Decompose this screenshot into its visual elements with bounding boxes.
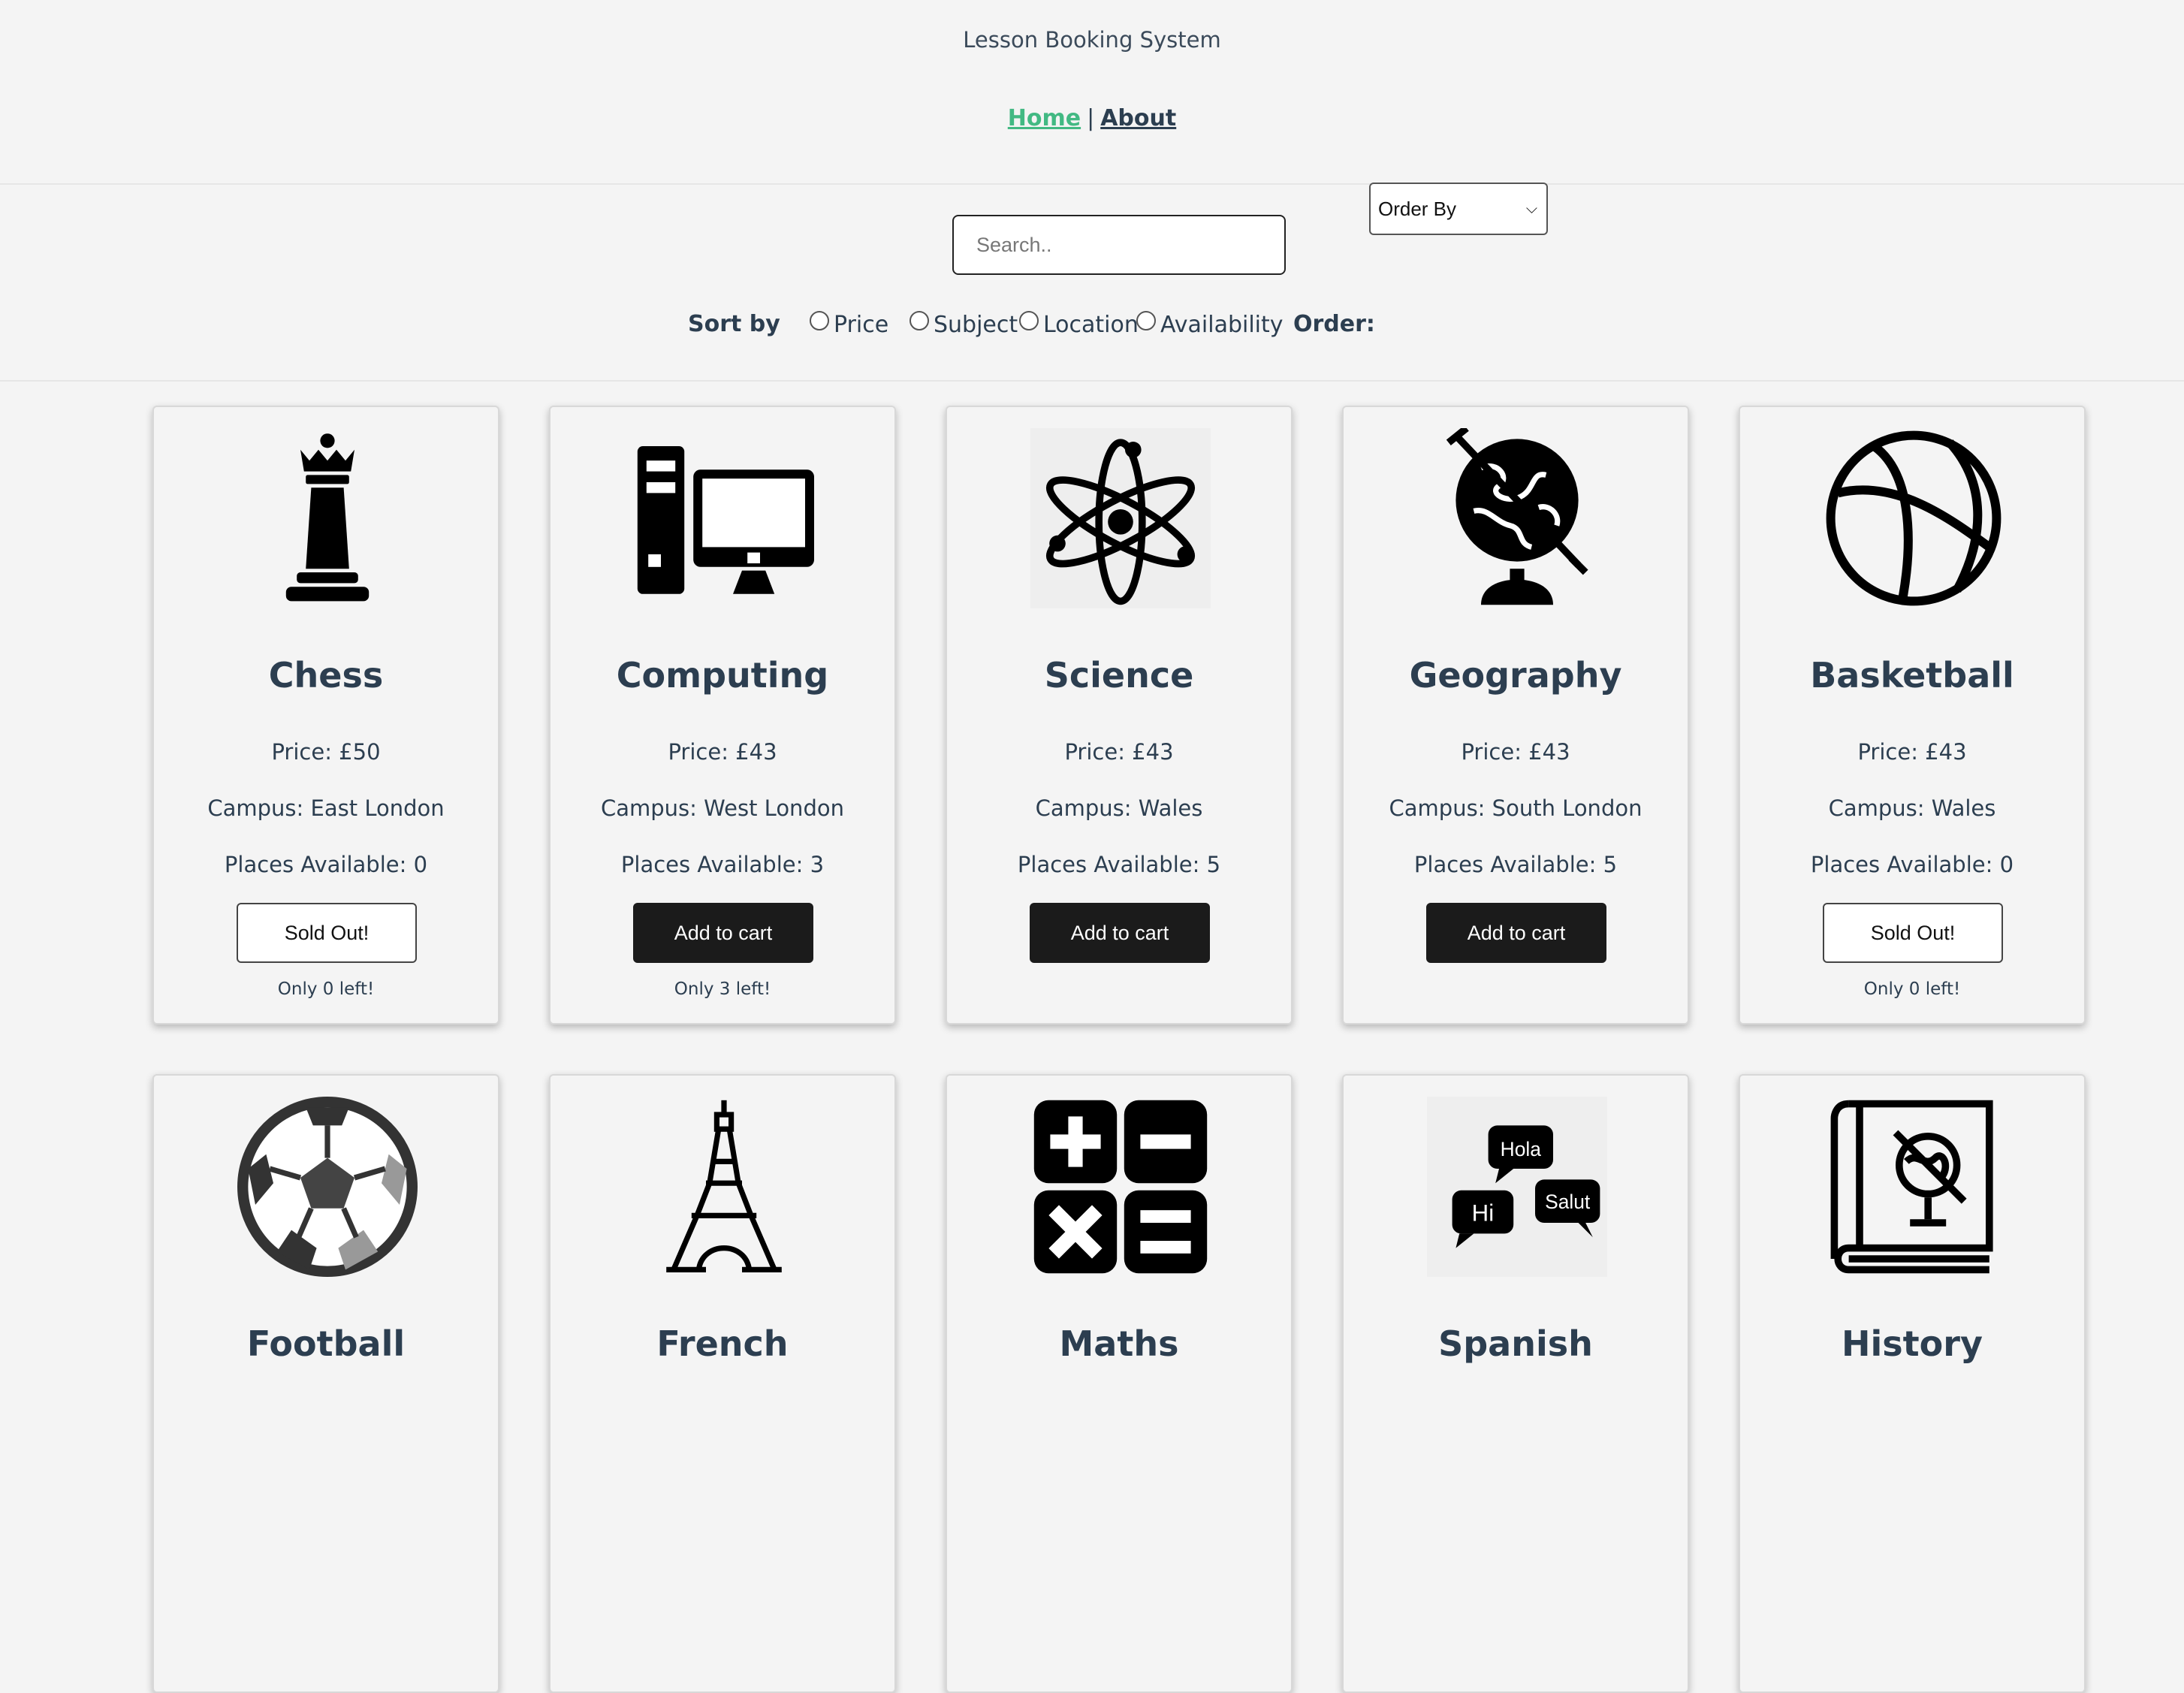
atom-icon	[1030, 428, 1211, 608]
lesson-subject: Science	[1044, 655, 1194, 696]
order-select[interactable]: Order By ⌵	[1369, 183, 1548, 235]
lesson-price: Price: £43	[1064, 739, 1174, 765]
lesson-subject: Chess	[268, 655, 384, 696]
bubble-salut: Salut	[1545, 1191, 1591, 1213]
places-left-note: Only 0 left!	[277, 979, 375, 999]
lesson-places: Places Available: 0	[224, 852, 428, 877]
calculator-symbols-icon	[1033, 1100, 1208, 1274]
radio-circle-icon	[909, 311, 929, 330]
lesson-price: Price: £43	[1461, 739, 1570, 765]
radio-circle-icon	[1136, 311, 1156, 330]
lesson-campus: Campus: West London	[601, 795, 844, 821]
lesson-card-geography: Geography Price: £43 Campus: South Londo…	[1342, 406, 1689, 1025]
lesson-card-chess: Chess Price: £50 Campus: East London Pla…	[152, 406, 499, 1025]
nav-separator: |	[1087, 105, 1095, 131]
lesson-subject: History	[1842, 1323, 1983, 1364]
lesson-card-science: Science Price: £43 Campus: Wales Places …	[946, 406, 1293, 1025]
lesson-card-computing: Computing Price: £43 Campus: West London…	[549, 406, 896, 1025]
basketball-icon	[1826, 430, 2001, 606]
bubble-hola: Hola	[1501, 1138, 1542, 1160]
nav-home-link[interactable]: Home	[1008, 105, 1081, 131]
globe-icon	[1446, 428, 1588, 605]
lesson-subject: Basketball	[1810, 655, 2014, 696]
order-select-value: Order By	[1378, 198, 1457, 220]
search-input[interactable]	[952, 215, 1286, 275]
lesson-price: Price: £43	[668, 739, 777, 765]
sort-location-radio[interactable]: Location	[1019, 311, 1139, 338]
app-title: Lesson Booking System	[963, 27, 1221, 53]
lesson-subject: French	[656, 1323, 789, 1364]
sort-availability-radio[interactable]: Availability	[1136, 311, 1284, 338]
lesson-campus: Campus: South London	[1389, 795, 1643, 821]
lesson-card-french: French	[549, 1074, 896, 1693]
sort-by-label: Sort by	[688, 311, 780, 337]
sold-out-button[interactable]: Sold Out!	[237, 903, 417, 963]
radio-circle-icon	[810, 311, 829, 330]
sort-subject-radio[interactable]: Subject	[909, 311, 1018, 338]
radio-circle-icon	[1019, 311, 1039, 330]
computer-icon	[637, 446, 814, 594]
add-to-cart-button[interactable]: Add to cart	[1426, 903, 1606, 963]
lesson-card-basketball: Basketball Price: £43 Campus: Wales Plac…	[1739, 406, 2086, 1025]
bubble-hi: Hi	[1472, 1200, 1494, 1227]
lesson-campus: Campus: Wales	[1035, 795, 1203, 821]
lesson-campus: Campus: East London	[207, 795, 445, 821]
lesson-places: Places Available: 3	[620, 852, 825, 877]
sort-subject-label: Subject	[934, 312, 1018, 338]
main-nav: Home | About	[0, 105, 2184, 131]
places-left-note: Only 3 left!	[674, 979, 771, 999]
lesson-card-spanish: Hola Hi Salut Spanish	[1342, 1074, 1689, 1693]
sort-location-label: Location	[1043, 312, 1139, 338]
lesson-subject: Spanish	[1438, 1323, 1593, 1364]
order-label: Order:	[1293, 311, 1375, 337]
sort-price-radio[interactable]: Price	[810, 311, 888, 338]
app-header: Lesson Booking System Home | About	[0, 0, 2184, 185]
lesson-price: Price: £50	[271, 739, 381, 765]
chess-queen-icon	[285, 433, 370, 602]
lesson-subject: Football	[246, 1323, 406, 1364]
lesson-places: Places Available: 0	[1810, 852, 2014, 877]
sold-out-button[interactable]: Sold Out!	[1823, 903, 2003, 963]
lesson-campus: Campus: Wales	[1828, 795, 1996, 821]
speech-bubbles-icon: Hola Hi Salut	[1427, 1097, 1607, 1277]
lesson-card-history: History	[1739, 1074, 2086, 1693]
places-left-note: Only 0 left!	[1863, 979, 1961, 999]
lesson-price: Price: £43	[1857, 739, 1967, 765]
filter-controls: Sort by Price Subject Location Availabil…	[0, 185, 2184, 382]
lesson-subject: Geography	[1409, 655, 1622, 696]
football-icon	[237, 1097, 418, 1277]
eiffel-tower-icon	[666, 1100, 782, 1272]
lesson-places: Places Available: 5	[1017, 852, 1221, 877]
lesson-card-football: Football	[152, 1074, 499, 1693]
sort-price-label: Price	[834, 312, 889, 338]
lesson-places: Places Available: 5	[1413, 852, 1618, 877]
add-to-cart-button[interactable]: Add to cart	[633, 903, 813, 963]
sort-row: Sort by Price Subject Location Availabil…	[0, 299, 2184, 352]
lesson-subject: Maths	[1059, 1323, 1179, 1364]
lesson-card-maths: Maths	[946, 1074, 1293, 1693]
nav-about-link[interactable]: About	[1100, 105, 1176, 131]
chevron-down-icon: ⌵	[1525, 201, 1537, 217]
history-book-icon	[1830, 1100, 1993, 1274]
sort-availability-label: Availability	[1160, 312, 1284, 338]
add-to-cart-button[interactable]: Add to cart	[1030, 903, 1210, 963]
lesson-subject: Computing	[616, 655, 829, 696]
